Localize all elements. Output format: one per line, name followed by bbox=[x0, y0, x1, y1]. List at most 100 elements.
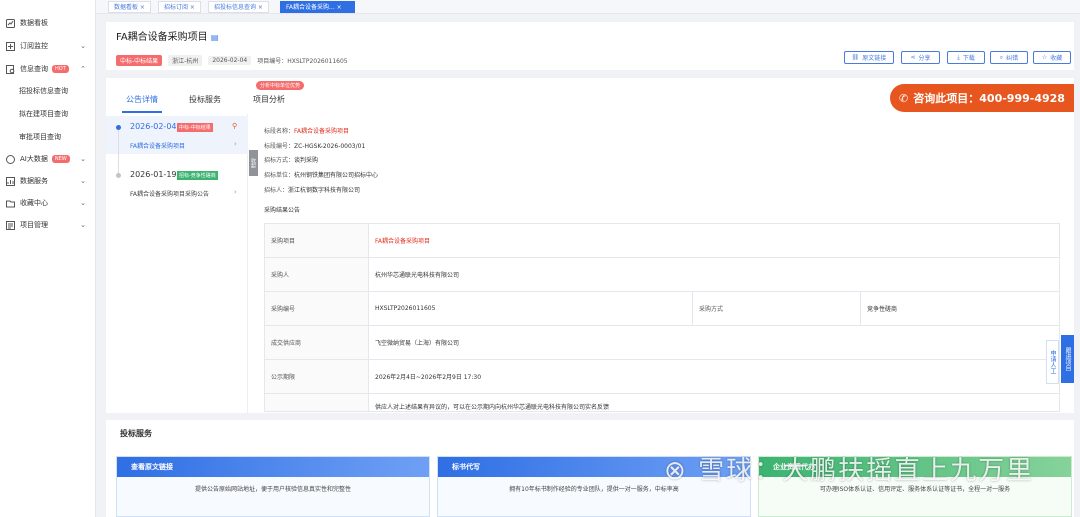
sidebar-item-label: 收藏中心 bbox=[20, 199, 48, 207]
watermark: ⊗ 雪球：大鹏扶摇直上九万里 bbox=[664, 450, 1034, 487]
info-value: 杭州钢铁集团有限公司招标中心 bbox=[294, 172, 379, 179]
chevron-up-icon: ⌃ bbox=[80, 65, 86, 73]
sidebar-item-info-query[interactable]: 信息查询 HOT ⌃ bbox=[0, 58, 96, 80]
info-key: 标段编号： bbox=[264, 143, 295, 150]
tab-label: FA耦合设备采购... bbox=[286, 4, 335, 11]
info-value: FA耦合设备采购项目 bbox=[294, 128, 350, 135]
timeline-title[interactable]: FA耦合设备采购项目采购公告 bbox=[130, 189, 209, 198]
table-cell-value: 杭州华芯通联光电科技有限公司 bbox=[368, 257, 1060, 292]
tab-dashboard[interactable]: 数据看板 × bbox=[108, 1, 151, 13]
status-badge: 中标-中标结果 bbox=[116, 55, 163, 66]
info-key: 招标单位： bbox=[264, 172, 295, 179]
info-key: 招标方式： bbox=[264, 157, 295, 164]
chevron-down-icon: ⌄ bbox=[80, 177, 86, 185]
tab-bid-service[interactable]: 投标服务 bbox=[189, 94, 221, 105]
chevron-right-icon: › bbox=[234, 188, 237, 196]
tab-project-detail[interactable]: FA耦合设备采购... × bbox=[280, 1, 355, 13]
sidebar-item-ai[interactable]: AI大数据 NEW ⌄ bbox=[0, 148, 96, 170]
card-desc: 提供公告原始网站地址，便于用户核验信息真实性和完整性 bbox=[194, 486, 351, 493]
apply-manual-button[interactable]: 申请人工 bbox=[1046, 340, 1059, 384]
table-row: 成交供应商 飞空微纳贸易（上海）有限公司 bbox=[264, 325, 1060, 360]
watermark-text: 雪球：大鹏扶摇直上九万里 bbox=[698, 456, 1035, 486]
main-panel: 公告详情 投标服务 项目分析 分析中标单位优势 ✆ 咨询此项目：400-999-4… bbox=[106, 78, 1074, 413]
table-cell-value: 飞空微纳贸易（上海）有限公司 bbox=[368, 325, 1060, 360]
table-cell-label bbox=[264, 393, 369, 412]
timeline-title[interactable]: FA耦合设备采购项目 bbox=[130, 141, 185, 150]
service-card-original-link[interactable]: 查看原文链接 提供公告原始网站地址，便于用户核验信息真实性和完整性 bbox=[116, 456, 430, 517]
sidebar-item-bid-query[interactable]: 招投标信息查询 bbox=[0, 80, 96, 102]
sidebar-item-label: 拟在建项目查询 bbox=[19, 110, 68, 118]
section-title: 投标服务 bbox=[120, 429, 152, 438]
region-badge: 浙江-杭州 bbox=[168, 55, 203, 66]
timeline-date: 2026-02-04 bbox=[130, 122, 177, 131]
original-link-button[interactable]: ⛓ 原文链接 bbox=[844, 51, 894, 64]
button-label: 原文链接 bbox=[862, 55, 887, 62]
table-cell-label: 采购编号 bbox=[264, 291, 369, 326]
button-label: 下载 bbox=[962, 55, 975, 62]
section-title: 采购结果公告 bbox=[264, 207, 301, 214]
button-label: 纠错 bbox=[1006, 55, 1019, 62]
info-row: 招标人：浙江杭钢数字科技有限公司 bbox=[264, 185, 360, 194]
table-cell-value: 竞争性磋商 bbox=[860, 291, 1060, 326]
sidebar-item-label: 审批项目查询 bbox=[19, 133, 61, 141]
card-title: 查看原文链接 bbox=[117, 457, 429, 477]
table-cell-label: 成交供应商 bbox=[264, 325, 369, 360]
chevron-right-icon: › bbox=[234, 140, 237, 148]
consult-phone-banner[interactable]: ✆ 咨询此项目：400-999-4928 bbox=[890, 84, 1074, 112]
favorite-button[interactable]: ☆ 收藏 bbox=[1033, 51, 1071, 64]
table-cell-value: 供应人对上述结果有异议的，可以在公示期内向杭州华芯通联光电科技有限公司实名反馈 bbox=[368, 393, 1060, 412]
table-row: 公示期限 2026年2月4日~2026年2月9日 17:30 bbox=[264, 359, 1060, 394]
chevron-down-icon: ⌄ bbox=[80, 221, 86, 229]
table-row: 采购项目 FA耦合设备采购项目 bbox=[264, 223, 1060, 258]
button-label: 分享 bbox=[918, 55, 931, 62]
chevron-down-icon: ⌄ bbox=[80, 42, 86, 50]
table-row: 采购人 杭州华芯通联光电科技有限公司 bbox=[264, 257, 1060, 292]
tab-subscribe[interactable]: 招标订阅 × bbox=[158, 1, 201, 13]
info-row: 招标单位：杭州钢铁集团有限公司招标中心 bbox=[264, 170, 378, 179]
search-icon: ⌕ bbox=[999, 53, 1004, 61]
tab-bid-query[interactable]: 招投标信息查询 × bbox=[208, 1, 269, 13]
timeline: 2026-02-04 中标-中标结果 ⚲ FA耦合设备采购项目 › 2026-0… bbox=[106, 114, 248, 413]
sidebar-item-planned-project[interactable]: 拟在建项目查询 bbox=[0, 103, 96, 125]
sidebar-item-approval[interactable]: 审批项目查询 bbox=[0, 126, 96, 148]
collapse-toggle[interactable]: 收起 bbox=[249, 150, 258, 176]
sidebar-item-label: 招投标信息查询 bbox=[19, 87, 68, 95]
sidebar-item-project-manage[interactable]: 项目管理 ⌄ bbox=[0, 214, 96, 236]
tab-announcement[interactable]: 公告详情 bbox=[126, 94, 158, 105]
active-tab-indicator bbox=[122, 111, 162, 113]
link-icon: ⛓ bbox=[851, 54, 860, 61]
info-key: 招标人： bbox=[264, 187, 289, 194]
chevron-down-icon: ⌄ bbox=[80, 155, 86, 163]
tab-label: 招标订阅 bbox=[164, 4, 189, 11]
project-header: FA耦合设备采购项目 ▤ 中标-中标结果 浙江-杭州 2026-02-04 项目… bbox=[106, 22, 1074, 70]
dashboard-icon bbox=[6, 18, 15, 28]
report-error-button[interactable]: ⌕ 纠错 bbox=[990, 51, 1028, 64]
result-table: 采购项目 FA耦合设备采购项目 采购人 杭州华芯通联光电科技有限公司 采购编号 HXS… bbox=[264, 223, 1060, 412]
tab-label: 招投标信息查询 bbox=[214, 4, 257, 11]
sidebar-item-dashboard[interactable]: 数据看板 bbox=[0, 12, 96, 34]
sidebar-item-label: 信息查询 bbox=[20, 65, 48, 73]
download-button[interactable]: ⤓ 下载 bbox=[947, 51, 985, 64]
hot-badge: HOT bbox=[52, 65, 69, 73]
project-meta: 中标-中标结果 浙江-杭州 2026-02-04 项目编号：HXSLTP2026… bbox=[116, 55, 348, 66]
follow-project-button[interactable]: 跟进项目 bbox=[1061, 335, 1074, 383]
table-cell-label: 采购方式 bbox=[692, 291, 861, 326]
sidebar-item-subscribe[interactable]: 订阅监控 ⌄ bbox=[0, 35, 96, 57]
info-row: 招标方式：谈判采购 bbox=[264, 155, 318, 164]
search-doc-icon bbox=[6, 64, 15, 74]
table-row: 供应人对上述结果有异议的，可以在公示期内向杭州华芯通联光电科技有限公司实名反馈 bbox=[264, 393, 1060, 412]
tab-analysis[interactable]: 项目分析 bbox=[253, 94, 285, 105]
data-service-icon bbox=[6, 176, 15, 186]
sidebar-item-label: 数据看板 bbox=[20, 19, 48, 27]
sidebar-item-favorites[interactable]: 收藏中心 ⌄ bbox=[0, 192, 96, 214]
sidebar-item-label: 项目管理 bbox=[20, 221, 48, 229]
title-text: FA耦合设备采购项目 bbox=[116, 32, 208, 43]
sidebar-item-data-service[interactable]: 数据服务 ⌄ bbox=[0, 170, 96, 192]
table-cell-value: 2026年2月4日~2026年2月9日 17:30 bbox=[368, 359, 1060, 394]
copy-icon[interactable]: ▤ bbox=[211, 33, 219, 42]
share-button[interactable]: ⋖ 分享 bbox=[901, 51, 940, 64]
chevron-down-icon: ⌄ bbox=[80, 199, 86, 207]
timeline-tag: 招标-竞争性磋商 bbox=[177, 171, 218, 180]
info-value: 浙江杭钢数字科技有限公司 bbox=[288, 187, 361, 194]
phone-text: 咨询此项目：400-999-4928 bbox=[913, 92, 1065, 105]
